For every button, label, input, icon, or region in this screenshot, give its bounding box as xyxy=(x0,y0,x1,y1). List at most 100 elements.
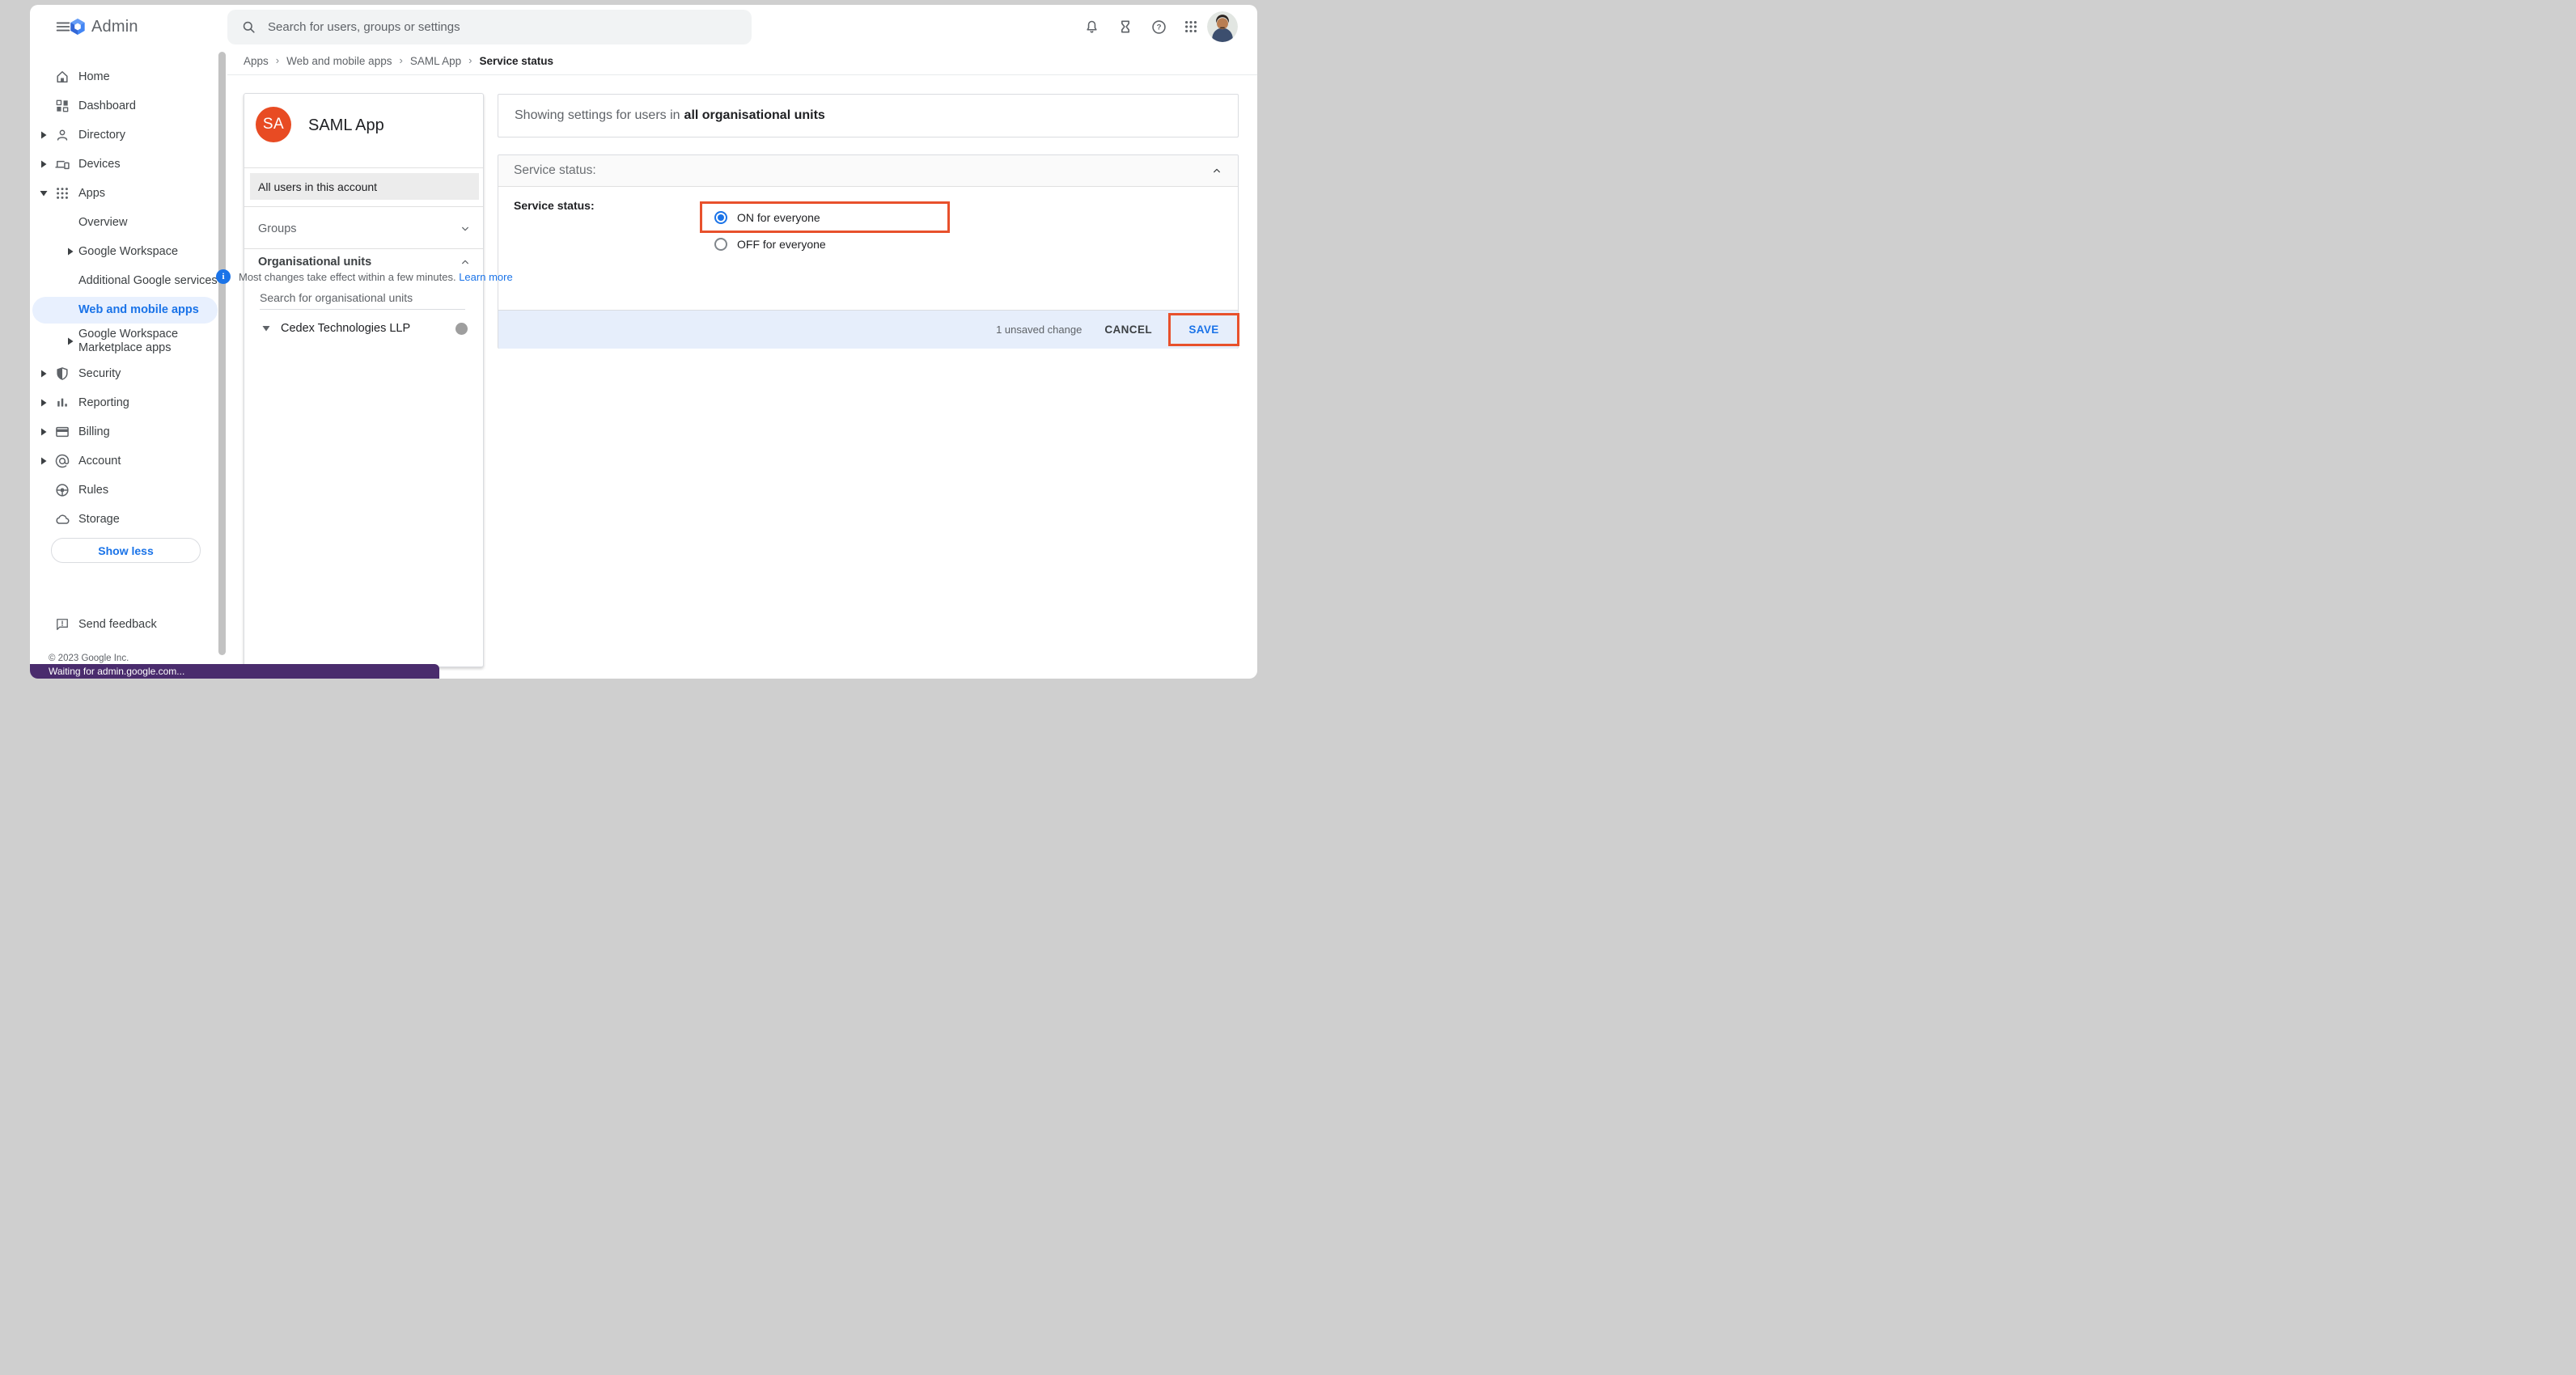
app-avatar: SA xyxy=(256,107,291,142)
section-title: Service status: xyxy=(514,163,596,178)
breadcrumb-separator: › xyxy=(399,54,402,66)
org-unit-name: Cedex Technologies LLP xyxy=(281,322,410,335)
cancel-button[interactable]: CANCEL xyxy=(1104,324,1152,336)
shield-icon xyxy=(54,366,70,382)
scope-summary-card: Showing settings for users in all organi… xyxy=(498,94,1239,138)
sidebar-item-billing[interactable]: Billing xyxy=(30,417,227,446)
sidebar-item-google-workspace-marketplace-apps[interactable]: Google Workspace Marketplace apps xyxy=(30,326,227,357)
sidebar-item-security[interactable]: Security xyxy=(30,359,227,388)
expand-right-icon[interactable] xyxy=(40,399,48,407)
org-unit-status-dot xyxy=(455,323,468,335)
product-title: Admin xyxy=(91,18,138,36)
apps-launcher-button[interactable] xyxy=(1180,15,1202,38)
sidebar-item-dashboard[interactable]: Dashboard xyxy=(30,91,227,121)
tasks-button[interactable] xyxy=(1114,15,1137,38)
org-units-search-underline xyxy=(260,309,465,310)
save-button[interactable]: SAVE xyxy=(1188,324,1218,336)
google-admin-console: { "topbar": { "product": "Admin", "searc… xyxy=(0,0,1288,688)
scope-summary-prefix: Showing settings for users in xyxy=(515,108,680,123)
expand-right-icon[interactable] xyxy=(40,131,48,139)
apps-icon xyxy=(54,185,70,201)
sidebar-item-devices[interactable]: Devices xyxy=(30,150,227,179)
expand-right-icon[interactable] xyxy=(40,160,48,168)
feedback-icon xyxy=(54,616,70,632)
breadcrumb-separator: › xyxy=(468,54,472,66)
sidebar-item-apps[interactable]: Apps xyxy=(30,179,227,208)
devices-icon xyxy=(54,156,70,172)
reporting-icon xyxy=(54,395,70,411)
service-status-field-label: Service status: xyxy=(514,199,595,212)
sidebar-item-google-workspace[interactable]: Google Workspace xyxy=(30,237,227,266)
sidebar-item-storage[interactable]: Storage xyxy=(30,505,227,534)
app-scope-panel: SA SAML App All users in this account Gr… xyxy=(244,93,484,667)
breadcrumb-web-and-mobile-apps[interactable]: Web and mobile apps xyxy=(286,55,392,67)
service-status-header[interactable]: Service status: xyxy=(498,155,1238,187)
cloud-icon xyxy=(54,511,70,527)
rules-icon xyxy=(54,482,70,498)
info-text: Most changes take effect within a few mi… xyxy=(239,271,456,283)
copyright-text: © 2023 Google Inc. xyxy=(49,654,129,663)
sidebar-item-reporting[interactable]: Reporting xyxy=(30,388,227,417)
info-note: i Most changes take effect within a few … xyxy=(216,269,513,284)
sidebar-item-account[interactable]: Account xyxy=(30,446,227,476)
all-users-scope-item[interactable]: All users in this account xyxy=(250,173,479,200)
expand-right-icon[interactable] xyxy=(66,337,74,345)
notifications-button[interactable] xyxy=(1080,15,1103,38)
annotation-highlight-save: SAVE xyxy=(1168,313,1239,346)
radio-on-selected[interactable] xyxy=(714,211,727,224)
breadcrumb-separator: › xyxy=(276,54,279,66)
divider xyxy=(244,167,483,168)
bell-icon xyxy=(1083,19,1100,36)
show-less-button[interactable]: Show less xyxy=(51,538,201,563)
breadcrumb: Apps › Web and mobile apps › SAML App › … xyxy=(244,55,553,67)
expand-right-icon[interactable] xyxy=(66,248,74,256)
header-divider xyxy=(227,74,1257,75)
expand-down-icon[interactable] xyxy=(40,190,48,197)
help-button[interactable]: ? xyxy=(1147,15,1170,38)
sidebar-item-web-and-mobile-apps[interactable]: Web and mobile apps xyxy=(30,295,227,324)
sidebar-item-rules[interactable]: Rules xyxy=(30,476,227,505)
info-icon: i xyxy=(216,269,231,284)
collapse-chevron-up-icon[interactable] xyxy=(1210,164,1223,177)
radio-option-off[interactable]: OFF for everyone xyxy=(714,238,826,251)
avatar[interactable] xyxy=(1207,11,1238,42)
chevron-down-icon[interactable] xyxy=(459,222,472,235)
search-placeholder: Search for users, groups or settings xyxy=(268,20,460,34)
search-icon xyxy=(241,19,256,35)
send-feedback-button[interactable]: Send feedback xyxy=(30,610,227,639)
sidebar-item-additional-google-services[interactable]: Additional Google services xyxy=(30,266,227,295)
home-icon xyxy=(54,69,70,85)
breadcrumb-current-page: Service status xyxy=(479,55,553,67)
account-icon xyxy=(54,453,70,469)
directory-icon xyxy=(54,127,70,143)
apps-grid-icon xyxy=(1183,19,1199,35)
expand-right-icon[interactable] xyxy=(40,457,48,465)
tree-expand-down-icon[interactable] xyxy=(262,325,270,332)
admin-logo-icon xyxy=(68,17,87,36)
expand-right-icon[interactable] xyxy=(40,428,48,436)
help-icon: ? xyxy=(1150,19,1167,36)
breadcrumb-apps[interactable]: Apps xyxy=(244,55,269,67)
groups-accordion[interactable]: Groups xyxy=(258,218,472,239)
scope-summary-target: all organisational units xyxy=(684,108,825,123)
learn-more-link[interactable]: Learn more xyxy=(459,271,512,283)
unsaved-changes-count: 1 unsaved change xyxy=(996,324,1082,336)
search-input[interactable]: Search for users, groups or settings xyxy=(227,10,752,44)
svg-text:?: ? xyxy=(1156,23,1161,32)
chevron-up-icon[interactable] xyxy=(459,256,472,269)
sidebar-item-overview[interactable]: Overview xyxy=(30,208,227,237)
expand-right-icon[interactable] xyxy=(40,370,48,378)
radio-option-on[interactable]: ON for everyone xyxy=(714,211,820,224)
sidebar-scrollbar[interactable] xyxy=(218,52,226,655)
dashboard-icon xyxy=(54,98,70,114)
radio-off-unselected[interactable] xyxy=(714,238,727,251)
billing-icon xyxy=(54,424,70,440)
app-title: SAML App xyxy=(308,116,384,135)
org-units-search-input[interactable]: Search for organisational units xyxy=(260,291,413,304)
breadcrumb-saml-app[interactable]: SAML App xyxy=(410,55,461,67)
browser-status-tooltip: Waiting for admin.google.com... xyxy=(30,664,439,679)
sidebar-item-directory[interactable]: Directory xyxy=(30,121,227,150)
hourglass-icon xyxy=(1117,19,1133,35)
sidebar-item-home[interactable]: Home xyxy=(30,62,227,91)
org-unit-row[interactable]: Cedex Technologies LLP xyxy=(262,319,472,338)
